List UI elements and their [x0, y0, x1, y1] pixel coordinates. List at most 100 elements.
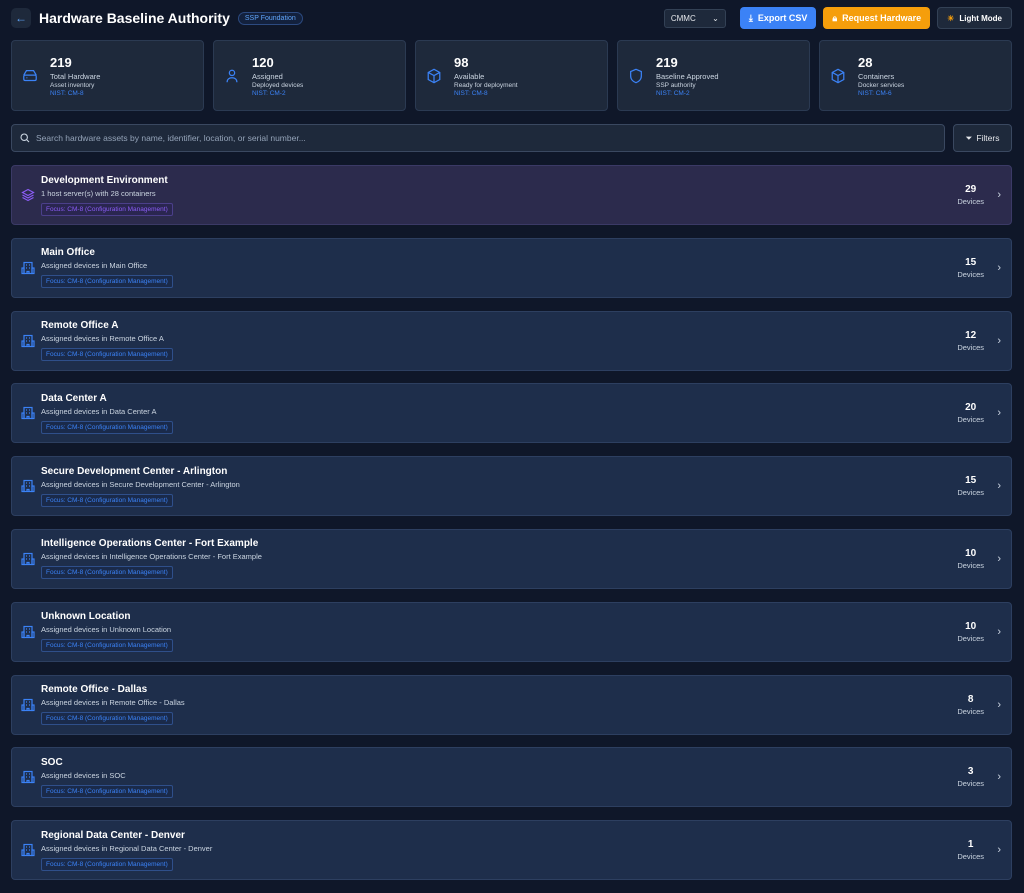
location-group[interactable]: Remote Office - Dallas Assigned devices i…: [11, 674, 1012, 735]
chevron-right-icon: ›: [997, 480, 1001, 493]
ssp-badge: SSP Foundation: [237, 11, 303, 25]
location-group[interactable]: Main Office Assigned devices in Main Offi…: [11, 237, 1012, 298]
chevron-right-icon: ›: [997, 625, 1001, 638]
stat-nist: NIST: CM-6: [858, 89, 892, 97]
stat-card: 219 Baseline Approved SSP authority NIST: C…: [617, 40, 810, 111]
device-count-label: Devices: [957, 560, 984, 570]
theme-label: Light Mode: [959, 13, 1002, 23]
download-icon: ⤓: [748, 12, 753, 23]
location-group[interactable]: Development Environment 1 host server(s) …: [11, 165, 1012, 225]
user-icon: [226, 69, 238, 82]
building-icon: [21, 625, 35, 638]
chevron-right-icon: ›: [997, 552, 1001, 565]
group-description: Assigned devices in Main Office: [41, 261, 148, 271]
shield-icon: [630, 68, 642, 83]
device-count: 10: [965, 547, 977, 559]
group-name: SOC: [41, 756, 63, 768]
stat-sub: SSP authority: [656, 81, 696, 89]
focus-tag: Focus: CM-8 (Configuration Management): [41, 275, 173, 289]
group-name: Main Office: [41, 247, 95, 259]
building-icon: [21, 552, 35, 566]
stat-label: Assigned: [252, 71, 283, 81]
box-icon: [831, 68, 845, 83]
stat-sub: Ready for deployment: [454, 81, 518, 89]
group-description: Assigned devices in SOC: [41, 770, 126, 780]
group-name: Secure Development Center - Arlington: [41, 465, 228, 477]
chevron-down-icon: ⌄: [712, 13, 719, 23]
export-csv-button[interactable]: ⤓ Export CSV: [739, 7, 817, 29]
location-group[interactable]: Data Center A Assigned devices in Data Ce…: [11, 383, 1012, 444]
device-count-label: Devices: [957, 852, 984, 862]
stat-nist: NIST: CM-8: [50, 89, 84, 97]
focus-tag: Focus: CM-8 (Configuration Management): [41, 857, 173, 871]
device-count: 10: [965, 620, 977, 632]
building-icon: [21, 844, 35, 857]
stat-card: 98 Available Ready for deployment NIST: CM-…: [415, 40, 608, 111]
group-name: Remote Office A: [41, 320, 119, 332]
back-button[interactable]: ←: [11, 8, 31, 28]
focus-tag: Focus: CM-8 (Configuration Management): [41, 493, 173, 507]
device-count: 1: [967, 839, 974, 851]
group-name: Data Center A: [41, 392, 107, 404]
focus-tag: Focus: CM-8 (Configuration Management): [41, 712, 173, 726]
device-count: 15: [965, 256, 977, 268]
stat-nist: NIST: CM-8: [454, 89, 488, 97]
filters-button[interactable]: ⏷ Filters: [953, 124, 1012, 152]
stat-value: 98: [454, 54, 469, 70]
framework-value: CMMC: [670, 13, 696, 23]
hard-drive-icon: [23, 69, 37, 81]
stat-nist: NIST: CM-2: [656, 89, 690, 97]
building-icon: [21, 480, 35, 493]
group-name: Intelligence Operations Center - Fort Ex…: [41, 538, 259, 550]
light-mode-button[interactable]: ☀ Light Mode: [937, 7, 1012, 29]
location-group[interactable]: Intelligence Operations Center - Fort Ex…: [11, 528, 1012, 589]
device-count-label: Devices: [957, 488, 984, 498]
stat-value: 28: [858, 54, 873, 70]
framework-select[interactable]: CMMC ⌄: [663, 8, 726, 28]
device-count-label: Devices: [957, 342, 984, 352]
filters-label: Filters: [976, 133, 1000, 143]
location-group[interactable]: Remote Office A Assigned devices in Remot…: [11, 310, 1012, 371]
stat-card: 120 Assigned Deployed devices NIST: CM-2: [213, 40, 406, 111]
search-input[interactable]: Search hardware assets by name, identifi…: [11, 124, 945, 152]
device-count-label: Devices: [957, 197, 984, 206]
stat-card: 219 Total Hardware Asset inventory NIST: CM…: [11, 40, 204, 111]
focus-tag: Focus: CM-8 (Configuration Management): [41, 348, 173, 362]
group-name: Unknown Location: [41, 611, 131, 623]
page-title: Hardware Baseline Authority: [39, 10, 230, 26]
device-count: 15: [965, 475, 977, 487]
location-group-list: Development Environment 1 host server(s) …: [11, 165, 1012, 893]
focus-tag: Focus: CM-8 (Configuration Management): [41, 420, 173, 434]
stat-label: Total Hardware: [50, 71, 101, 81]
stat-nist: NIST: CM-2: [252, 89, 286, 97]
search-icon: [20, 133, 30, 143]
location-group[interactable]: Secure Development Center - Arlington Ass…: [11, 456, 1012, 517]
location-group[interactable]: Unknown Location Assigned devices in Unkn…: [11, 601, 1012, 662]
stat-value: 120: [252, 54, 274, 70]
focus-tag: Focus: CM-8 (Configuration Management): [41, 566, 173, 580]
group-description: Assigned devices in Data Center A: [41, 406, 157, 416]
group-description: 1 host server(s) with 28 containers: [41, 188, 156, 198]
group-description: Assigned devices in Secure Development C…: [41, 479, 240, 489]
device-count-label: Devices: [957, 706, 984, 716]
location-group[interactable]: Regional Data Center - Denver Assigned de…: [11, 820, 1012, 881]
stat-label: Baseline Approved: [656, 71, 719, 81]
device-count: 20: [965, 402, 977, 414]
chevron-right-icon: ›: [997, 771, 1001, 784]
location-group[interactable]: SOC Assigned devices in SOC Focus: CM-8 (C…: [11, 747, 1012, 808]
building-icon: [21, 261, 35, 274]
stat-card: 28 Containers Docker services NIST: CM-6: [819, 40, 1012, 111]
layers-icon: [21, 188, 35, 202]
request-label: Request Hardware: [842, 13, 922, 23]
stat-value: 219: [50, 54, 72, 70]
group-description: Assigned devices in Remote Office A: [41, 334, 164, 344]
device-count-label: Devices: [957, 415, 984, 425]
device-count-label: Devices: [957, 269, 984, 279]
stats-row: 219 Total Hardware Asset inventory NIST: CM…: [11, 40, 1012, 111]
request-hardware-button[interactable]: 🔒︎ Request Hardware: [823, 7, 931, 29]
device-count: 8: [967, 693, 974, 705]
chevron-right-icon: ›: [997, 844, 1001, 857]
building-icon: [21, 407, 35, 420]
group-description: Assigned devices in Intelligence Operati…: [41, 552, 262, 562]
stat-sub: Docker services: [858, 81, 905, 89]
